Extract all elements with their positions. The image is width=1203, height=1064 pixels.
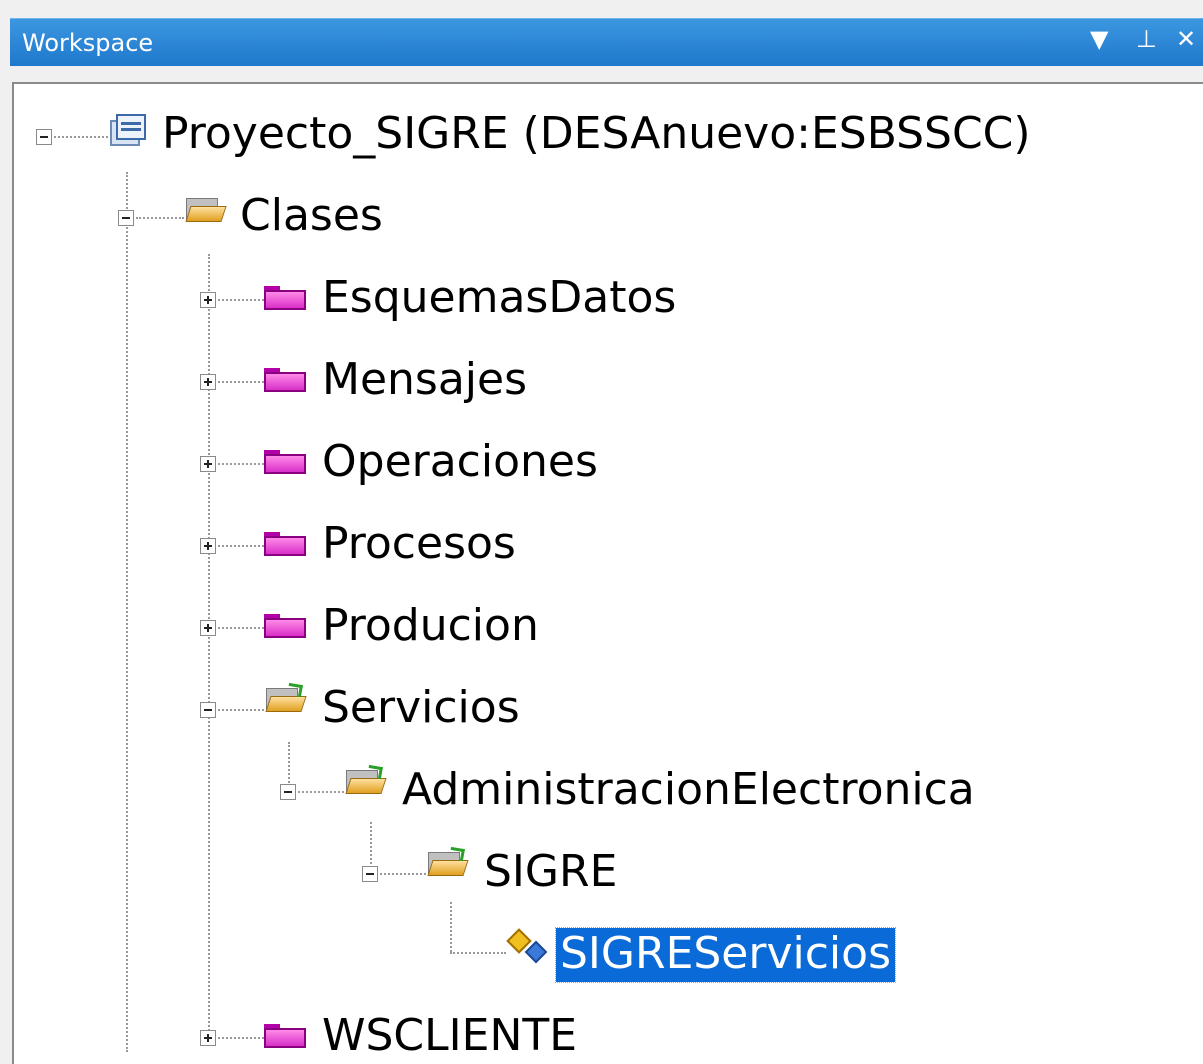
- tree-item-sigreservicios[interactable]: SIGREServicios: [555, 927, 896, 983]
- expand-toggle[interactable]: [200, 292, 216, 308]
- tree-item-administracionelectronica[interactable]: AdministracionElectronica: [402, 768, 975, 812]
- tree-line: [218, 709, 264, 711]
- folder-icon: [264, 286, 306, 310]
- tree-line: [218, 1037, 264, 1039]
- folder-icon: [264, 368, 306, 392]
- tree-item-procesos[interactable]: Procesos: [322, 522, 516, 566]
- tree-line: [218, 545, 264, 547]
- tree-line: [136, 217, 184, 219]
- pin-icon[interactable]: ⊥: [1136, 25, 1157, 53]
- tree-item-esquemasdatos[interactable]: EsquemasDatos: [322, 276, 676, 320]
- folder-icon: [264, 614, 306, 638]
- tree-line: [218, 463, 264, 465]
- folder-open-icon: [426, 846, 469, 876]
- folder-icon: [264, 1024, 306, 1048]
- project-icon: [110, 114, 146, 148]
- tree-line: [288, 742, 290, 790]
- tree-line: [208, 254, 210, 1034]
- tree-item-mensajes[interactable]: Mensajes: [322, 358, 527, 402]
- tree-line: [450, 952, 506, 954]
- tree-line: [450, 902, 452, 952]
- folder-open-icon: [184, 194, 227, 222]
- workspace-title: Workspace: [22, 29, 154, 57]
- folder-open-icon: [264, 682, 307, 712]
- tree-line: [126, 172, 128, 1052]
- tree-line: [54, 136, 112, 138]
- folder-icon: [264, 450, 306, 474]
- tree-line: [218, 627, 264, 629]
- service-icon: [506, 928, 548, 964]
- tree-item-wscliente[interactable]: WSCLIENTE: [322, 1014, 577, 1058]
- workspace-titlebar: Workspace ▼ ⊥ ✕: [10, 18, 1203, 66]
- collapse-toggle[interactable]: [362, 866, 378, 882]
- tree-line: [380, 873, 426, 875]
- tree-item-sigre[interactable]: SIGRE: [484, 850, 617, 894]
- dropdown-icon[interactable]: ▼: [1090, 25, 1108, 53]
- folder-icon: [264, 532, 306, 556]
- tree-item-clases[interactable]: Clases: [240, 194, 383, 238]
- collapse-toggle[interactable]: [200, 702, 216, 718]
- tree-item-operaciones[interactable]: Operaciones: [322, 440, 598, 484]
- tree-item-servicios[interactable]: Servicios: [322, 686, 520, 730]
- expand-toggle[interactable]: [200, 1030, 216, 1046]
- workspace-tree: Proyecto_SIGRE (DESAnuevo:ESBSSCC) Clase…: [12, 82, 1203, 1064]
- folder-open-icon: [344, 764, 387, 794]
- expand-toggle[interactable]: [200, 456, 216, 472]
- tree-item-producion[interactable]: Producion: [322, 604, 539, 648]
- close-icon[interactable]: ✕: [1176, 25, 1196, 53]
- collapse-toggle[interactable]: [36, 129, 52, 145]
- tree-line: [370, 822, 372, 872]
- tree-item-project-root[interactable]: Proyecto_SIGRE (DESAnuevo:ESBSSCC): [162, 112, 1031, 156]
- expand-toggle[interactable]: [200, 620, 216, 636]
- tree-line: [218, 381, 264, 383]
- tree-line: [218, 299, 264, 301]
- collapse-toggle[interactable]: [118, 210, 134, 226]
- tree-line: [298, 791, 344, 793]
- expand-toggle[interactable]: [200, 374, 216, 390]
- collapse-toggle[interactable]: [280, 784, 296, 800]
- expand-toggle[interactable]: [200, 538, 216, 554]
